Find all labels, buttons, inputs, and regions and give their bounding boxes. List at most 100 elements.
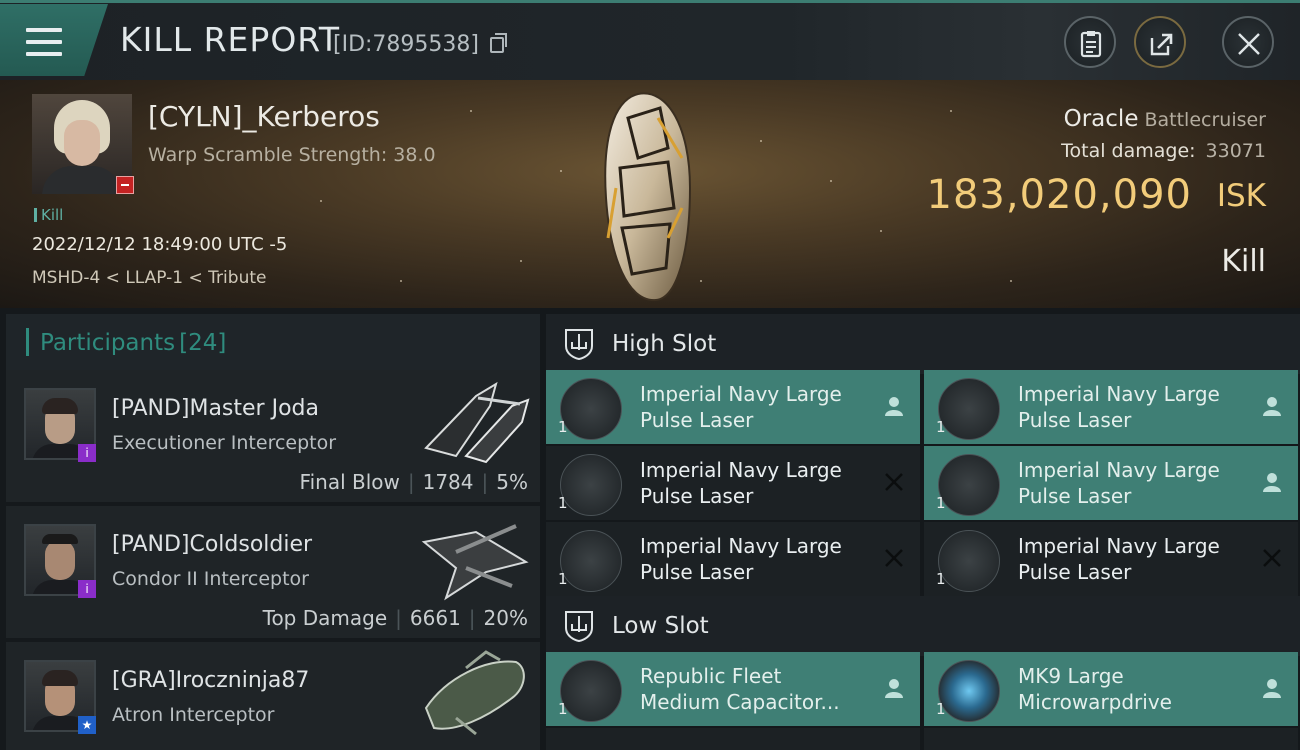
module-item-partial[interactable]: [546, 728, 920, 750]
module-name-line2: Pulse Laser: [640, 560, 754, 584]
participant-ship: Condor II Interceptor: [112, 568, 309, 590]
kill-tag: Kill: [34, 206, 63, 224]
module-name: MK9 Large: [1018, 664, 1124, 688]
shield-icon: [565, 329, 593, 360]
module-item[interactable]: 1 Imperial Navy Large Pulse Laser: [546, 522, 920, 596]
victim-name[interactable]: [CYLN]_Kerberos: [148, 100, 380, 133]
total-damage: Total damage: 33071: [1061, 140, 1266, 162]
victim-ship-name[interactable]: Oracle Battlecruiser: [1064, 106, 1266, 132]
menu-button[interactable]: [0, 4, 108, 76]
module-name-line2: Pulse Laser: [1018, 408, 1132, 432]
share-icon: [1150, 33, 1173, 56]
module-name: Imperial Navy Large: [1018, 382, 1220, 406]
module-item[interactable]: 1 Republic Fleet Medium Capacitor...: [546, 652, 920, 726]
module-name-line2: Pulse Laser: [1018, 560, 1132, 584]
participant-damage: 6661: [409, 606, 461, 630]
participant-row[interactable]: ★ [GRA]Iroczninja87 Atron Interceptor: [6, 642, 540, 750]
participant-name: [PAND]Master Joda: [112, 396, 319, 421]
corp-badge-icon: ★: [78, 716, 96, 734]
copy-icon[interactable]: [490, 33, 507, 53]
module-item[interactable]: 1 Imperial Navy Large Pulse Laser: [546, 446, 920, 520]
participant-stats: Top Damage | 6661 | 20%: [262, 606, 528, 630]
page-title: KILL REPORT: [120, 20, 340, 59]
pulse-laser-icon: [938, 530, 1000, 592]
module-quantity: 1: [558, 700, 568, 718]
module-name: Imperial Navy Large: [640, 458, 842, 482]
module-item[interactable]: 1 Imperial Navy Large Pulse Laser: [924, 370, 1298, 444]
module-quantity: 1: [936, 700, 946, 718]
module-name-line2: Medium Capacitor...: [640, 690, 840, 714]
victim-banner: [CYLN]_Kerberos Warp Scramble Strength: …: [0, 80, 1300, 308]
module-name: Imperial Navy Large: [640, 534, 842, 558]
module-quantity: 1: [936, 494, 946, 512]
module-quantity: 1: [936, 570, 946, 588]
module-quantity: 1: [558, 494, 568, 512]
module-item[interactable]: 1 MK9 Large Microwarpdrive: [924, 652, 1298, 726]
module-name: Imperial Navy Large: [1018, 458, 1220, 482]
capacitor-power-relay-icon: [560, 660, 622, 722]
module-quantity: 1: [558, 570, 568, 588]
module-item[interactable]: 1 Imperial Navy Large Pulse Laser: [546, 370, 920, 444]
total-damage-value: 33071: [1205, 140, 1266, 162]
victim-ship-image: [604, 92, 692, 302]
destroyed-x-icon: [885, 549, 903, 567]
participants-header: Participants [24]: [6, 314, 540, 370]
destroyed-x-icon: [1263, 549, 1281, 567]
module-item[interactable]: 1 Imperial Navy Large Pulse Laser: [924, 522, 1298, 596]
high-slot-title: High Slot: [612, 331, 717, 357]
participant-ship-image: [421, 524, 529, 601]
fitted-person-icon: [1263, 473, 1281, 492]
low-slot-title: Low Slot: [612, 613, 709, 639]
participants-title: Participants [24]: [40, 330, 227, 356]
fitted-person-icon: [885, 397, 903, 416]
isk-value: 183,020,090: [926, 172, 1192, 218]
participant-name: [GRA]Iroczninja87: [112, 668, 310, 693]
kill-location[interactable]: MSHD-4 < LLAP-1 < Tribute: [32, 268, 266, 288]
hostile-badge-icon: [116, 176, 134, 194]
pulse-laser-icon: [938, 454, 1000, 516]
module-name: Imperial Navy Large: [640, 382, 842, 406]
module-quantity: 1: [558, 418, 568, 436]
result-label: Kill: [1221, 244, 1266, 279]
clipboard-icon: [1080, 31, 1102, 58]
pulse-laser-icon: [560, 378, 622, 440]
participant-row[interactable]: i [PAND]Coldsoldier Condor II Intercepto…: [6, 506, 540, 640]
module-name: Republic Fleet: [640, 664, 782, 688]
module-name-line2: Pulse Laser: [1018, 484, 1132, 508]
hamburger-icon: [26, 28, 62, 56]
top-bar: KILL REPORT [ID:7895538]: [0, 0, 1300, 80]
participant-row[interactable]: i [PAND]Master Joda Executioner Intercep…: [6, 370, 540, 504]
kill-datetime: 2022/12/12 18:49:00 UTC -5: [32, 234, 288, 255]
pulse-laser-icon: [938, 378, 1000, 440]
participant-name: [PAND]Coldsoldier: [112, 532, 313, 557]
fitted-person-icon: [1263, 679, 1281, 698]
top-accent-line: [0, 0, 1300, 3]
shield-icon: [565, 611, 593, 642]
victim-ship-class: Battlecruiser: [1144, 109, 1266, 131]
participant-stats: Final Blow | 1784 | 5%: [299, 470, 528, 494]
share-button[interactable]: [1134, 16, 1186, 68]
fitting-panel: High Slot 1 Imperial Navy Large Pulse La…: [540, 308, 1300, 750]
module-item-partial[interactable]: [924, 728, 1298, 750]
kill-id: [ID:7895538]: [333, 32, 479, 57]
participant-percent: 5%: [496, 470, 528, 494]
warp-scramble-strength: Warp Scramble Strength: 38.0: [148, 144, 436, 166]
participant-role: Top Damage: [262, 606, 388, 630]
participant-ship: Atron Interceptor: [112, 704, 275, 726]
pulse-laser-icon: [560, 454, 622, 516]
low-slot-header: Low Slot: [546, 596, 1300, 656]
participant-damage: 1784: [422, 470, 474, 494]
participants-count: [24]: [179, 330, 227, 356]
clipboard-button[interactable]: [1064, 16, 1116, 68]
module-name-line2: Pulse Laser: [640, 408, 754, 432]
participant-percent: 20%: [483, 606, 528, 630]
participant-ship-image: [424, 650, 525, 736]
close-icon: [1238, 33, 1260, 55]
high-slot-header: High Slot: [546, 314, 1300, 374]
module-name: Imperial Navy Large: [1018, 534, 1220, 558]
pulse-laser-icon: [560, 530, 622, 592]
isk-unit: ISK: [1216, 178, 1266, 214]
participants-panel: Participants [24] i [PAND]Master Joda Exe…: [0, 308, 540, 750]
module-item[interactable]: 1 Imperial Navy Large Pulse Laser: [924, 446, 1298, 520]
close-button[interactable]: [1222, 16, 1274, 68]
